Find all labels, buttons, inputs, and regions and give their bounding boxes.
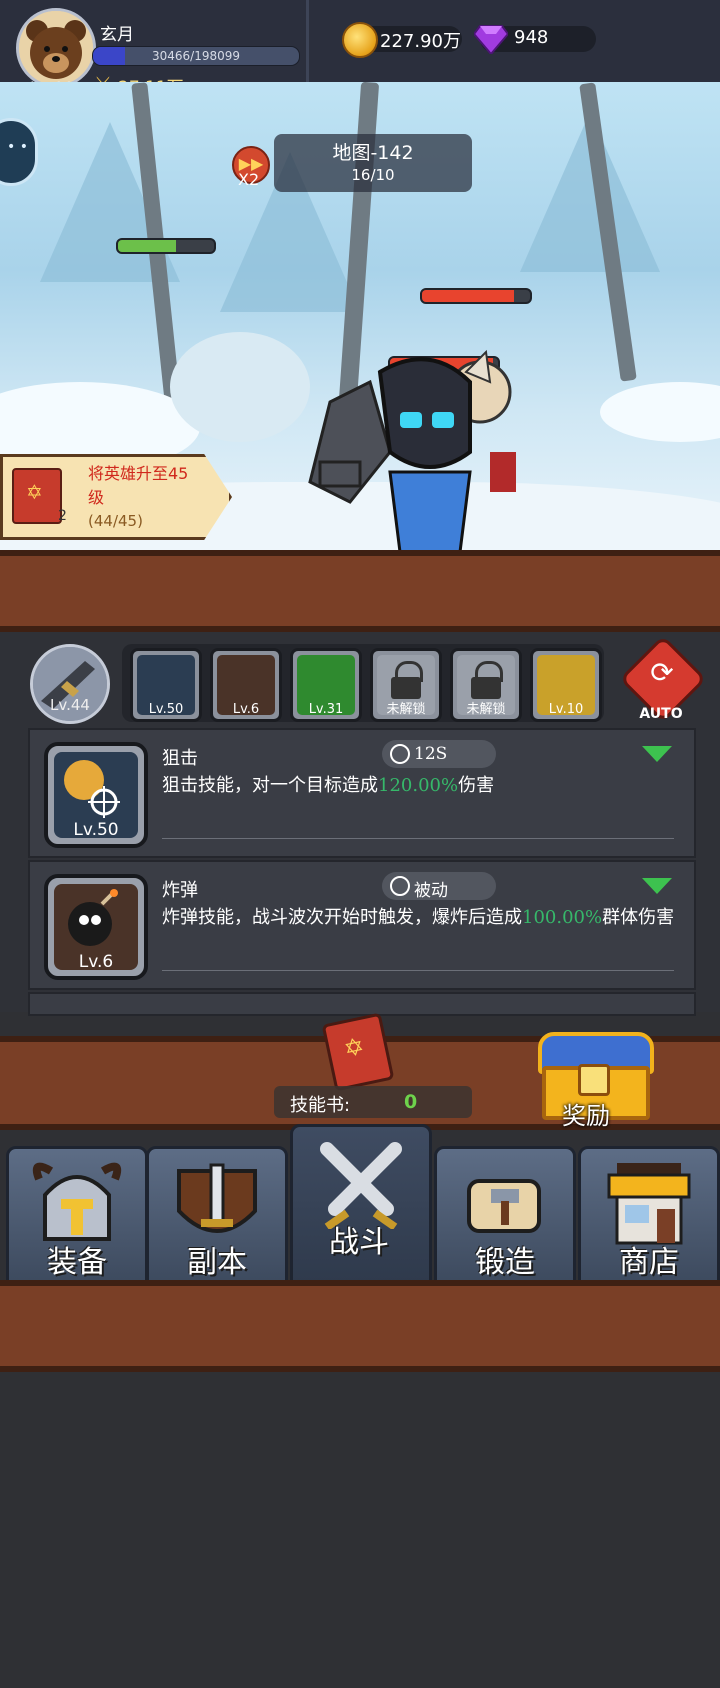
skill-slot-label: Lv.10 xyxy=(548,702,584,717)
skill-slot[interactable]: Lv.50 xyxy=(130,648,202,722)
nav-tab-dungeon[interactable]: 副本 xyxy=(146,1146,288,1286)
skill-cooldown-text: 12S xyxy=(414,744,448,764)
player-name: 玄月 xyxy=(100,25,134,45)
shop-icon xyxy=(607,1163,691,1245)
nav-label: 商店 xyxy=(619,1245,679,1280)
skill-icon: Lv.50 xyxy=(44,742,148,848)
skill-book-icon[interactable] xyxy=(321,1012,395,1092)
skill-card[interactable]: Lv.6 炸弹 被动 炸弹技能，战斗波次开始时触发，爆炸后造成100.00%群体… xyxy=(28,860,696,990)
gold-coin-icon xyxy=(342,22,378,58)
skill-slot-label: Lv.50 xyxy=(148,702,184,717)
skill-card-partial[interactable] xyxy=(28,992,696,1016)
weapon-level: Lv.44 xyxy=(50,696,90,714)
nav-tab-forge[interactable]: 锻造 xyxy=(434,1146,576,1286)
exp-bar: 30466/198099 xyxy=(92,46,300,66)
skill-slot[interactable]: Lv.31 xyxy=(290,648,362,722)
gem-icon xyxy=(474,25,508,54)
crossed-swords-icon xyxy=(320,1142,402,1229)
skill-name: 狙击 xyxy=(162,748,198,769)
skill-level: Lv.6 xyxy=(78,952,114,972)
nav-tab-equipment[interactable]: 装备 xyxy=(6,1146,148,1286)
skill-slot-label: Lv.31 xyxy=(308,702,344,717)
nav-label: 装备 xyxy=(47,1245,107,1280)
skill-name: 炸弹 xyxy=(162,880,198,901)
bottom-empty-area xyxy=(0,1372,720,1688)
map-title: 地图-142 xyxy=(332,142,414,164)
speed-label: X2 xyxy=(238,170,260,189)
hero-character xyxy=(308,349,516,552)
quest-reward-book-icon xyxy=(12,468,62,524)
nav-tab-battle[interactable]: 战斗 xyxy=(290,1124,432,1286)
skill-description: 炸弹技能，战斗波次开始时触发，爆炸后造成100.00%群体伤害 xyxy=(162,906,682,930)
skill-slot-label: 未解锁 xyxy=(466,702,506,717)
skill-slot-label: Lv.6 xyxy=(232,702,260,717)
skill-description: 狙击技能，对一个目标造成120.00%伤害 xyxy=(162,774,682,798)
skill-desc-value: 100.00% xyxy=(522,907,603,928)
skill-card[interactable]: Lv.50 狙击 12S 狙击技能，对一个目标造成120.00%伤害 xyxy=(28,728,696,858)
skill-level: Lv.50 xyxy=(73,820,119,840)
skill-desc-value: 120.00% xyxy=(378,775,459,796)
enemy-hp-fill xyxy=(422,290,514,302)
gem-value: 948 xyxy=(514,27,549,48)
reward-label: 奖励 xyxy=(562,1102,610,1130)
skill-cooldown: 12S xyxy=(382,740,496,768)
refresh-icon: ⟳ xyxy=(650,656,674,689)
snow-rock xyxy=(170,332,310,442)
chest-lock xyxy=(578,1064,610,1096)
quest-progress: (44/45) xyxy=(88,512,143,530)
divider xyxy=(162,838,674,839)
clock-icon xyxy=(390,876,410,896)
expand-arrow-icon[interactable] xyxy=(642,746,672,762)
skill-cooldown-text: 被动 xyxy=(414,881,448,901)
skill-desc-text: 群体伤害 xyxy=(602,907,675,928)
skill-slot[interactable]: 未解锁 xyxy=(370,648,442,722)
expand-arrow-icon[interactable] xyxy=(642,878,672,894)
lock-body xyxy=(471,677,501,699)
skill-desc-text: 伤害 xyxy=(458,775,495,796)
skill-slot[interactable]: Lv.10 xyxy=(530,648,602,722)
skill-slot[interactable]: 未解锁 xyxy=(450,648,522,722)
divider xyxy=(162,970,674,971)
enemy-hp-bar xyxy=(420,288,532,304)
quest-reward-count: 2 xyxy=(58,508,67,524)
skill-slot-label: 未解锁 xyxy=(386,702,426,717)
hero-hp-bar xyxy=(116,238,216,254)
skill-slot[interactable]: Lv.6 xyxy=(210,648,282,722)
wave-progress: 16/10 xyxy=(351,166,395,184)
skill-desc-text: 狙击技能，对一个目标造成 xyxy=(162,775,378,796)
nav-label: 副本 xyxy=(187,1245,247,1280)
skill-cooldown: 被动 xyxy=(382,872,496,901)
nav-label: 战斗 xyxy=(329,1225,389,1260)
skill-book-value: 0 xyxy=(404,1091,418,1113)
wood-divider xyxy=(0,550,720,632)
skill-icon: Lv.6 xyxy=(44,874,148,980)
skill-desc-text: 炸弹技能，战斗波次开始时触发，爆炸后造成 xyxy=(162,907,522,928)
quest-text: 将英雄升至45级 xyxy=(88,464,189,507)
nav-tab-shop[interactable]: 商店 xyxy=(578,1146,720,1286)
player-avatar[interactable] xyxy=(16,8,96,88)
bear-avatar-icon xyxy=(19,11,93,85)
hero-hp-fill xyxy=(118,240,176,252)
lock-body xyxy=(391,677,421,699)
exp-text: 30466/198099 xyxy=(151,49,241,63)
auto-label: AUTO xyxy=(639,706,683,722)
skill-book-label: 技能书: xyxy=(290,1095,351,1116)
clock-icon xyxy=(390,744,410,764)
wood-divider xyxy=(0,1280,720,1372)
snow-bank xyxy=(600,382,720,442)
gold-value: 227.90万 xyxy=(380,31,461,52)
helmet-icon xyxy=(32,1162,122,1241)
nav-label: 锻造 xyxy=(475,1245,535,1280)
